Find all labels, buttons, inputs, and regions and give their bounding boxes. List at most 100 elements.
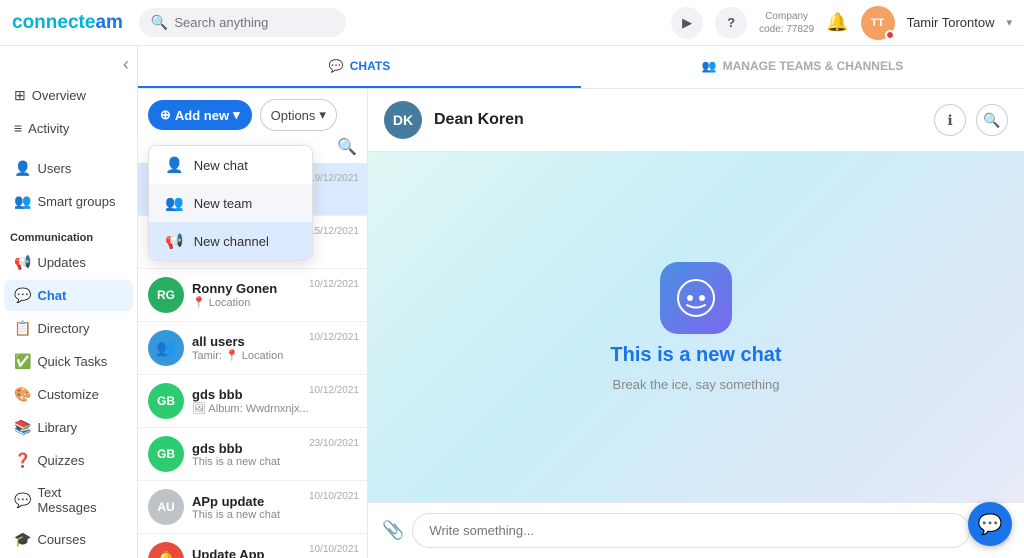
new-team-label: New team <box>194 196 253 211</box>
search-input[interactable] <box>174 15 334 30</box>
options-label: Options <box>271 108 316 123</box>
search-icon: 🔍 <box>151 14 168 31</box>
library-icon: 📚 <box>14 419 31 436</box>
sidebar-item-directory[interactable]: 📋 Directory <box>4 313 133 344</box>
communication-section-label: Communication <box>0 226 137 246</box>
chat-fab-button[interactable]: 💬 <box>968 502 1012 546</box>
manage-teams-tab-label: MANAGE TEAMS & CHANNELS <box>723 59 904 73</box>
new-channel-label: New channel <box>194 234 269 249</box>
company-label: Company <box>759 10 814 23</box>
chat-messages-area: This is a new chat Break the ice, say so… <box>368 152 1024 502</box>
sidebar-item-text-messages[interactable]: 💬 Text Messages <box>4 478 133 522</box>
sidebar-toggle[interactable]: ‹ <box>0 46 137 79</box>
sidebar-item-label: Overview <box>32 88 86 103</box>
sidebar-item-quizzes[interactable]: ❓ Quizzes <box>4 445 133 476</box>
chat-preview: 🖼 Album: Wwdrnxnjx... <box>192 402 357 415</box>
chat-header: DK Dean Koren ℹ 🔍 <box>368 89 1024 152</box>
add-new-label: Add new <box>175 108 229 123</box>
dropdown-item-new-chat[interactable]: 👤 New chat <box>149 146 312 184</box>
chat-list: ⊕ Add new ▾ Options ▾ 🔍 DK <box>138 89 368 558</box>
updates-icon: 📢 <box>14 254 31 271</box>
sidebar-item-label: Quizzes <box>37 453 84 468</box>
chat-header-name: Dean Koren <box>434 111 524 129</box>
sidebar-item-smart-groups[interactable]: 👥 Smart groups <box>4 186 133 217</box>
chat-time: 23/10/2021 <box>309 438 359 449</box>
manage-teams-tab-icon: 👥 <box>702 59 717 73</box>
add-new-button[interactable]: ⊕ Add new ▾ <box>148 100 252 130</box>
content-area: 💬 CHATS 👥 MANAGE TEAMS & CHANNELS ⊕ Add … <box>138 46 1024 558</box>
avatar-initials: TT <box>871 17 884 29</box>
sidebar-item-library[interactable]: 📚 Library <box>4 412 133 443</box>
chat-info-button[interactable]: ℹ <box>934 104 966 136</box>
activity-icon: ≡ <box>14 120 22 136</box>
add-new-chevron-icon: ▾ <box>233 107 240 123</box>
avatar: GB <box>148 383 184 419</box>
sidebar-item-quick-tasks[interactable]: ✅ Quick Tasks <box>4 346 133 377</box>
chat-preview: This is a new chat <box>192 509 357 521</box>
sidebar-item-label: Users <box>37 161 71 176</box>
chat-time: 10/12/2021 <box>309 332 359 343</box>
logo[interactable]: connecteam <box>12 12 123 34</box>
sidebar-item-label: Quick Tasks <box>37 354 107 369</box>
sidebar-item-users[interactable]: 👤 Users <box>4 153 133 184</box>
chat-entry[interactable]: 👥 all users Tamir: 📍 Location 10/12/2021 <box>138 322 367 375</box>
chat-input[interactable] <box>412 513 970 548</box>
sidebar-item-label: Customize <box>37 387 98 402</box>
add-new-dropdown: 👤 New chat 👥 New team 📢 New channel <box>148 145 313 261</box>
chat-time: 10/12/2021 <box>309 279 359 290</box>
avatar[interactable]: TT <box>861 6 895 40</box>
chat-main-panel: DK Dean Koren ℹ 🔍 <box>368 89 1024 558</box>
chat-search-button[interactable]: 🔍 <box>976 104 1008 136</box>
tab-chats[interactable]: 💬 CHATS <box>138 46 581 88</box>
main-layout: ‹ ⊞ Overview ≡ Activity 👤 Users 👥 Smart … <box>0 46 1024 558</box>
chat-entry[interactable]: GB gds bbb This is a new chat 23/10/2021 <box>138 428 367 481</box>
avatar-badge <box>885 30 895 40</box>
quick-tasks-icon: ✅ <box>14 353 31 370</box>
dropdown-item-new-team[interactable]: 👥 New team <box>149 184 312 222</box>
chat-entry[interactable]: GB gds bbb 🖼 Album: Wwdrnxnjx... 10/12/2… <box>138 375 367 428</box>
bell-icon[interactable]: 🔔 <box>826 12 848 33</box>
attachment-icon[interactable]: 📎 <box>382 520 404 541</box>
play-button[interactable]: ▶ <box>671 7 703 39</box>
sidebar-item-label: Activity <box>28 121 69 136</box>
sidebar-item-chat[interactable]: 💬 Chat <box>4 280 133 311</box>
chat-split: ⊕ Add new ▾ Options ▾ 🔍 DK <box>138 89 1024 558</box>
chat-preview: This is a new chat <box>192 456 357 468</box>
chat-input-area: 📎 🎤 <box>368 502 1024 558</box>
sidebar-item-overview[interactable]: ⊞ Overview <box>4 80 133 111</box>
dropdown-item-new-channel[interactable]: 📢 New channel <box>149 222 312 260</box>
new-team-icon: 👥 <box>165 194 184 212</box>
topbar: connecteam 🔍 ▶ ? Company code: 77829 🔔 T… <box>0 0 1024 46</box>
company-info: Company code: 77829 <box>759 10 814 36</box>
user-chevron-icon[interactable]: ▾ <box>1006 16 1012 29</box>
chat-header-avatar: DK <box>384 101 422 139</box>
sidebar-item-updates[interactable]: 📢 Updates <box>4 247 133 278</box>
chat-empty-subtitle: Break the ice, say something <box>613 377 780 392</box>
search-bar: 🔍 <box>139 8 346 37</box>
options-button[interactable]: Options ▾ <box>260 99 337 131</box>
chat-entry[interactable]: 🔔 Update App This is a new chat 10/10/20… <box>138 534 367 558</box>
chat-empty-icon <box>660 262 732 334</box>
chat-time: 10/10/2021 <box>309 491 359 502</box>
users-icon: 👤 <box>14 160 31 177</box>
avatar: 🔔 <box>148 542 184 558</box>
sidebar-item-courses[interactable]: 🎓 Courses <box>4 524 133 555</box>
chat-search-icon[interactable]: 🔍 <box>337 137 357 157</box>
chat-time: 19/12/2021 <box>309 173 359 184</box>
avatar: 👥 <box>148 330 184 366</box>
help-button[interactable]: ? <box>715 7 747 39</box>
sidebar-item-label: Directory <box>37 321 89 336</box>
tabs-bar: 💬 CHATS 👥 MANAGE TEAMS & CHANNELS <box>138 46 1024 89</box>
customize-icon: 🎨 <box>14 386 31 403</box>
avatar: RG <box>148 277 184 313</box>
chat-entry[interactable]: RG Ronny Gonen 📍 Location 10/12/2021 <box>138 269 367 322</box>
avatar: AU <box>148 489 184 525</box>
topbar-right: ▶ ? Company code: 77829 🔔 TT Tamir Toron… <box>671 6 1012 40</box>
sidebar-item-customize[interactable]: 🎨 Customize <box>4 379 133 410</box>
tab-manage-teams[interactable]: 👥 MANAGE TEAMS & CHANNELS <box>581 46 1024 88</box>
chat-time: 10/12/2021 <box>309 385 359 396</box>
sidebar-item-activity[interactable]: ≡ Activity <box>4 113 133 143</box>
quizzes-icon: ❓ <box>14 452 31 469</box>
chat-time: 10/10/2021 <box>309 544 359 555</box>
chat-entry[interactable]: AU APp update This is a new chat 10/10/2… <box>138 481 367 534</box>
